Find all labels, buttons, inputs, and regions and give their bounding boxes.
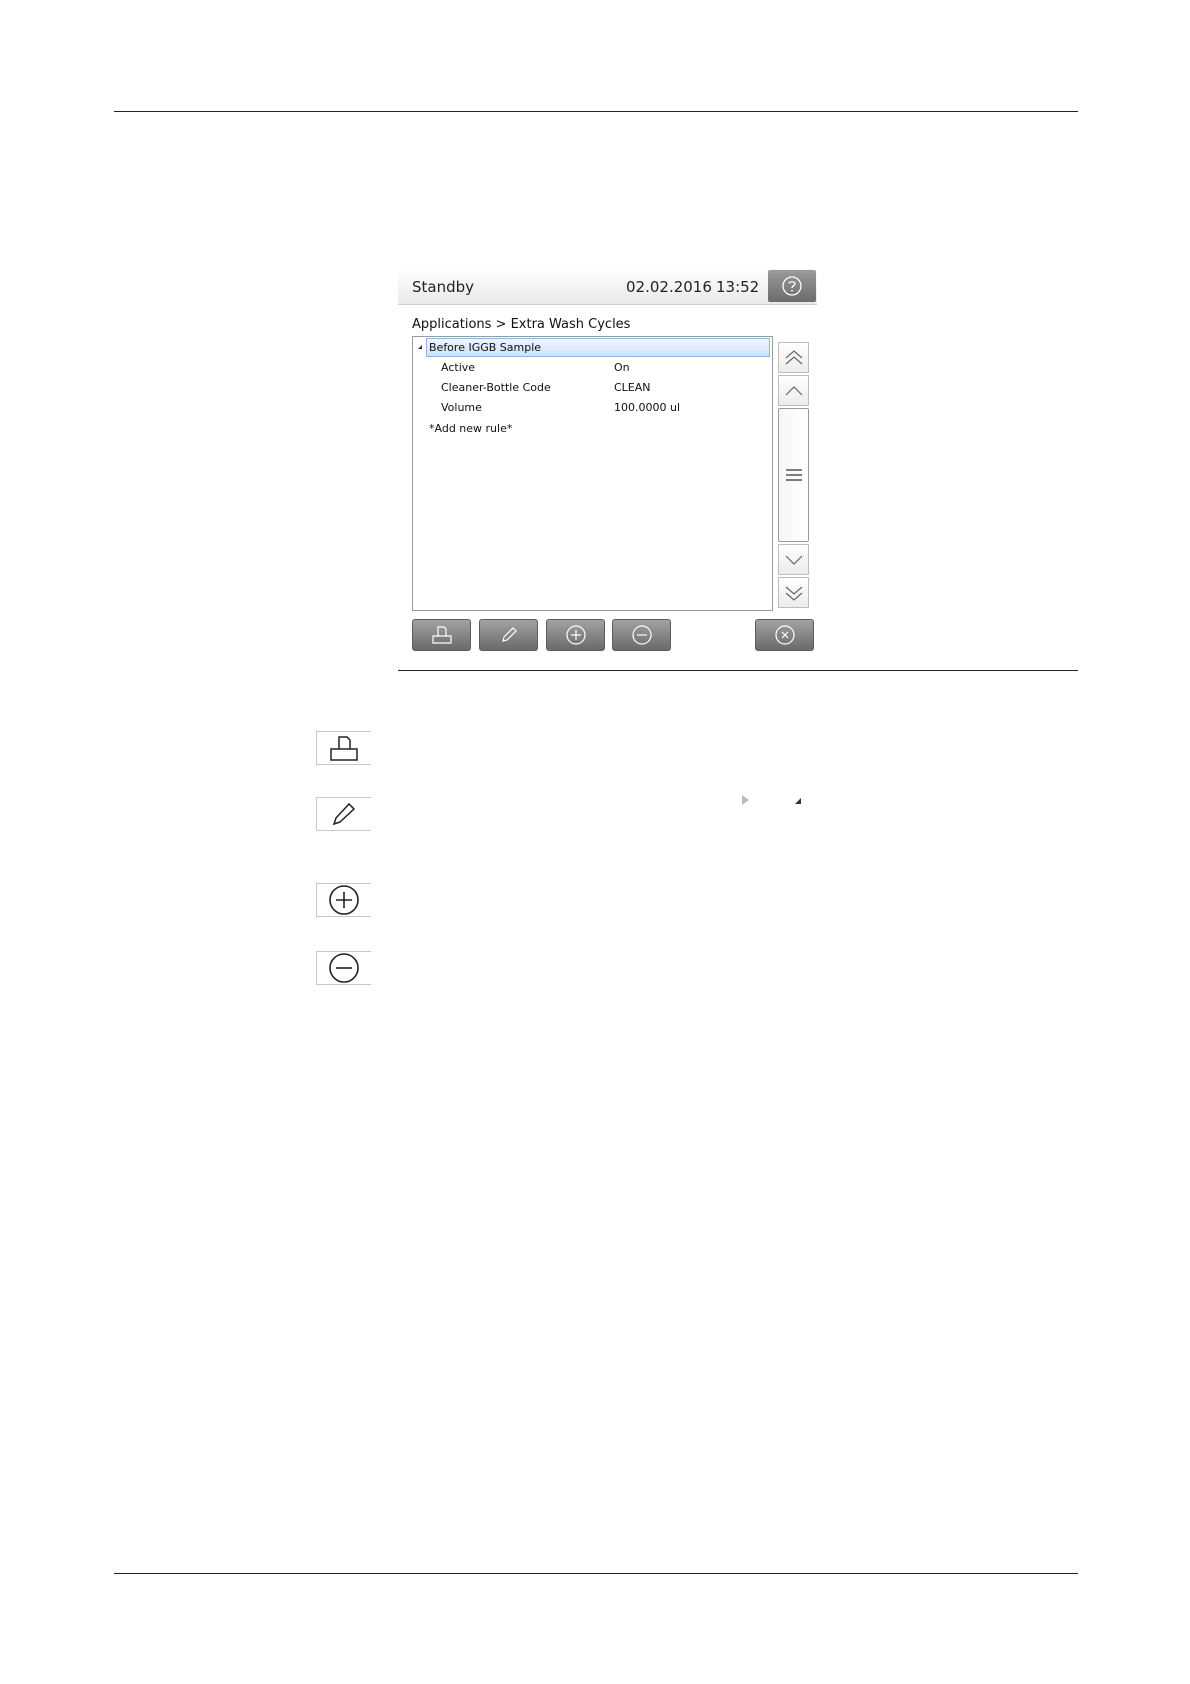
print-button[interactable] — [412, 619, 471, 651]
collapse-triangle-icon — [795, 798, 801, 804]
rule-list: Before IGGB Sample Active On Cleaner-Bot… — [412, 336, 773, 611]
collapse-triangle-icon[interactable] — [418, 345, 422, 349]
property-value: 100.0000 ul — [614, 401, 681, 414]
remove-button[interactable] — [612, 619, 671, 651]
help-button[interactable] — [768, 270, 816, 302]
status-bar: Standby 02.02.2016 13:52 — [398, 268, 817, 305]
double-chevron-up-icon — [785, 349, 802, 364]
add-new-rule-item[interactable]: *Add new rule* — [413, 419, 772, 439]
status-state: Standby — [412, 278, 475, 296]
chevron-up-icon — [785, 385, 802, 395]
header-rule — [114, 111, 1078, 112]
add-new-rule-label: *Add new rule* — [429, 422, 513, 435]
print-icon — [330, 736, 358, 761]
plus-circle-icon — [329, 885, 359, 915]
expand-triangle-icon — [742, 795, 749, 805]
double-chevron-down-icon — [785, 586, 802, 601]
plus-circle-icon — [565, 625, 586, 645]
scroll-to-top-button[interactable] — [778, 342, 809, 373]
scroll-up-button[interactable] — [778, 375, 809, 406]
breadcrumb: Applications > Extra Wash Cycles — [412, 317, 631, 332]
question-circle-icon — [782, 276, 802, 296]
rule-group-row[interactable]: Before IGGB Sample — [413, 338, 772, 358]
footer-rule — [114, 1573, 1078, 1574]
scroll-to-bottom-button[interactable] — [778, 577, 809, 608]
property-label: Volume — [441, 401, 482, 414]
property-row-cleaner-bottle-code[interactable]: Cleaner-Bottle Code CLEAN — [413, 378, 772, 398]
minus-circle-icon — [631, 625, 652, 645]
grip-lines-icon — [785, 469, 802, 481]
property-value: On — [614, 361, 630, 374]
add-button[interactable] — [546, 619, 605, 651]
status-time: 13:52 — [716, 278, 760, 296]
close-circle-icon — [774, 625, 795, 645]
property-row-volume[interactable]: Volume 100.0000 ul — [413, 398, 772, 418]
pencil-icon — [332, 802, 356, 826]
print-icon — [431, 626, 452, 644]
edit-button[interactable] — [479, 619, 538, 651]
minus-circle-icon — [329, 953, 359, 983]
property-value: CLEAN — [614, 381, 651, 394]
pencil-icon — [501, 627, 517, 642]
chevron-down-icon — [785, 555, 802, 565]
figure-rule — [398, 670, 1078, 671]
legend-print-icon — [316, 731, 371, 765]
device-screen: Standby 02.02.2016 13:52 Applications > … — [398, 268, 817, 660]
status-date: 02.02.2016 — [626, 278, 712, 296]
property-label: Active — [441, 361, 476, 374]
legend-minus-circle-icon — [316, 951, 371, 985]
close-button[interactable] — [755, 619, 814, 651]
property-row-active[interactable]: Active On — [413, 358, 772, 378]
scroll-thumb[interactable] — [778, 408, 809, 542]
scrollbar[interactable] — [778, 342, 809, 609]
legend-pencil-icon — [316, 797, 371, 831]
scroll-down-button[interactable] — [778, 544, 809, 575]
legend-plus-circle-icon — [316, 883, 371, 917]
property-label: Cleaner-Bottle Code — [441, 381, 551, 394]
rule-group-label: Before IGGB Sample — [429, 341, 542, 354]
